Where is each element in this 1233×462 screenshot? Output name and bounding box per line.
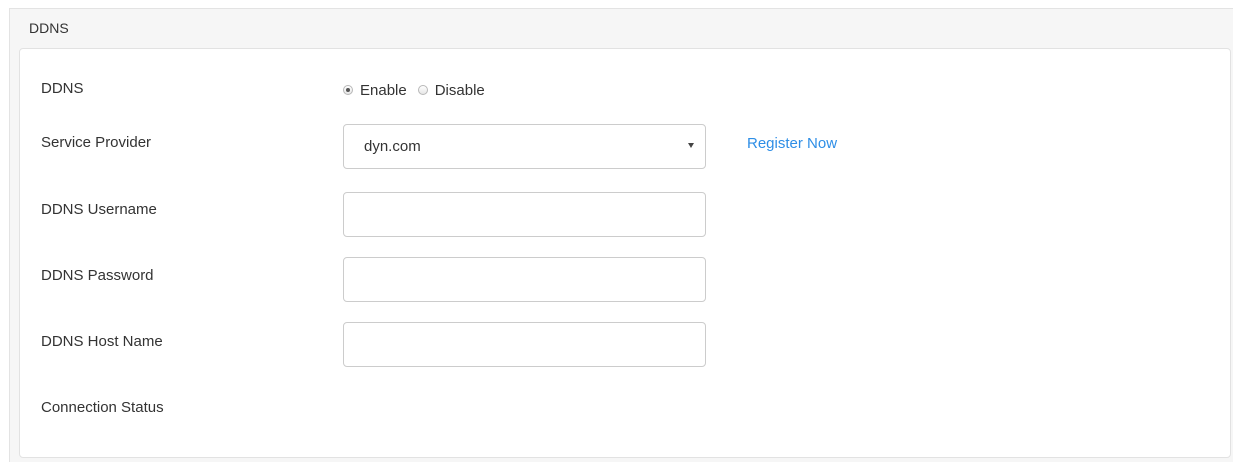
section-title: DDNS (29, 20, 69, 36)
disable-radio-label[interactable]: Disable (435, 82, 485, 99)
dropdown-arrow-icon (688, 143, 694, 148)
enable-radio[interactable] (343, 85, 353, 95)
ddns-host-name-label: DDNS Host Name (41, 333, 163, 350)
ddns-password-input[interactable] (343, 257, 706, 302)
disable-radio[interactable] (417, 85, 428, 95)
ddns-username-label: DDNS Username (41, 201, 157, 218)
ddns-form-card (19, 48, 1231, 458)
service-provider-value: dyn.com (364, 138, 421, 155)
ddns-host-name-input[interactable] (343, 322, 706, 367)
service-provider-label: Service Provider (41, 134, 152, 151)
ddns-password-label: DDNS Password (41, 267, 154, 284)
ddns-username-input[interactable] (343, 192, 706, 237)
ddns-radio-group: Enable Disable (343, 80, 496, 100)
enable-radio-label[interactable]: Enable (360, 82, 407, 99)
service-provider-select[interactable]: dyn.com (343, 124, 706, 169)
ddns-label: DDNS (41, 80, 84, 97)
connection-status-label: Connection Status (41, 399, 164, 416)
register-now-link[interactable]: Register Now (747, 135, 837, 152)
